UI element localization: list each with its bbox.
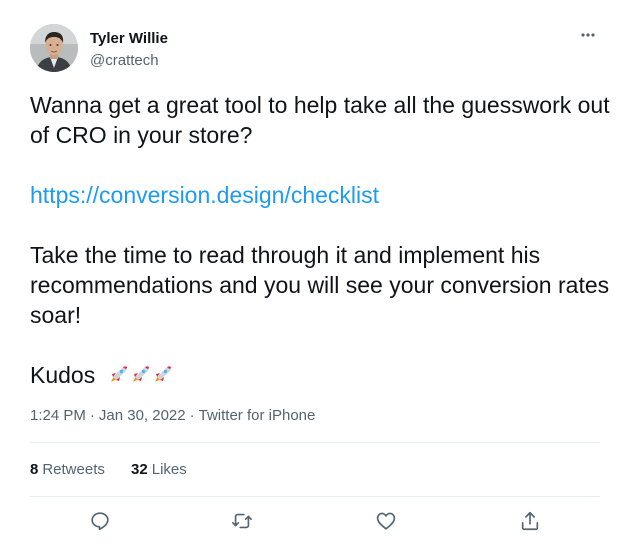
likes-stat[interactable]: 32 Likes <box>131 460 187 480</box>
tweet-link[interactable]: https://conversion.design/checklist <box>30 182 379 208</box>
share-icon <box>521 511 539 531</box>
tweet-source[interactable]: Twitter for iPhone <box>199 407 316 424</box>
tweet-text-line: Wanna get a great tool to help take all … <box>30 92 610 118</box>
likes-label: Likes <box>151 461 187 478</box>
reply-button[interactable] <box>85 506 115 536</box>
more-options-button[interactable] <box>576 26 600 44</box>
tweet-date[interactable]: Jan 30, 2022 <box>99 407 186 424</box>
divider <box>30 496 600 497</box>
tweet-text-line: Take the time to read through it and imp… <box>30 242 541 268</box>
retweets-stat[interactable]: 8 Retweets <box>30 460 105 480</box>
tweet-actions <box>30 506 600 536</box>
rocket-emojis <box>107 363 175 393</box>
retweets-label: Retweets <box>42 461 105 478</box>
tweet-text-line: Kudos <box>30 360 610 393</box>
rocket-icon <box>133 366 150 382</box>
divider <box>30 442 600 443</box>
tweet-text-line: recommendations and you will see your co… <box>30 272 610 298</box>
reply-icon <box>91 512 109 531</box>
retweet-icon <box>232 513 252 529</box>
retweet-button[interactable] <box>227 506 257 536</box>
tweet-header: Tyler Willie @crattech <box>30 24 600 76</box>
retweets-count: 8 <box>30 461 39 478</box>
more-dots-icon <box>581 33 595 37</box>
tweet-stats: 8 Retweets 32 Likes <box>30 460 187 480</box>
like-button[interactable] <box>371 506 401 536</box>
heart-icon <box>376 512 396 530</box>
tweet-text-line: soar! <box>30 302 82 328</box>
tweet-time[interactable]: 1:24 PM <box>30 407 86 424</box>
avatar[interactable] <box>30 24 78 72</box>
tweet-meta: 1:24 PM · Jan 30, 2022 · Twitter for iPhone <box>30 406 315 426</box>
tweet-text: Wanna get a great tool to help take all … <box>30 90 610 393</box>
share-button[interactable] <box>515 506 545 536</box>
meta-separator: · <box>189 407 195 424</box>
tweet-text-line: of CRO in your store? <box>30 122 253 148</box>
kudos-text: Kudos <box>30 362 96 388</box>
meta-separator: · <box>89 407 95 424</box>
author-handle[interactable]: @crattech <box>90 52 159 70</box>
rocket-icon <box>155 366 172 382</box>
likes-count: 32 <box>131 461 148 478</box>
rocket-icon <box>111 366 128 382</box>
author-name[interactable]: Tyler Willie <box>90 30 168 48</box>
